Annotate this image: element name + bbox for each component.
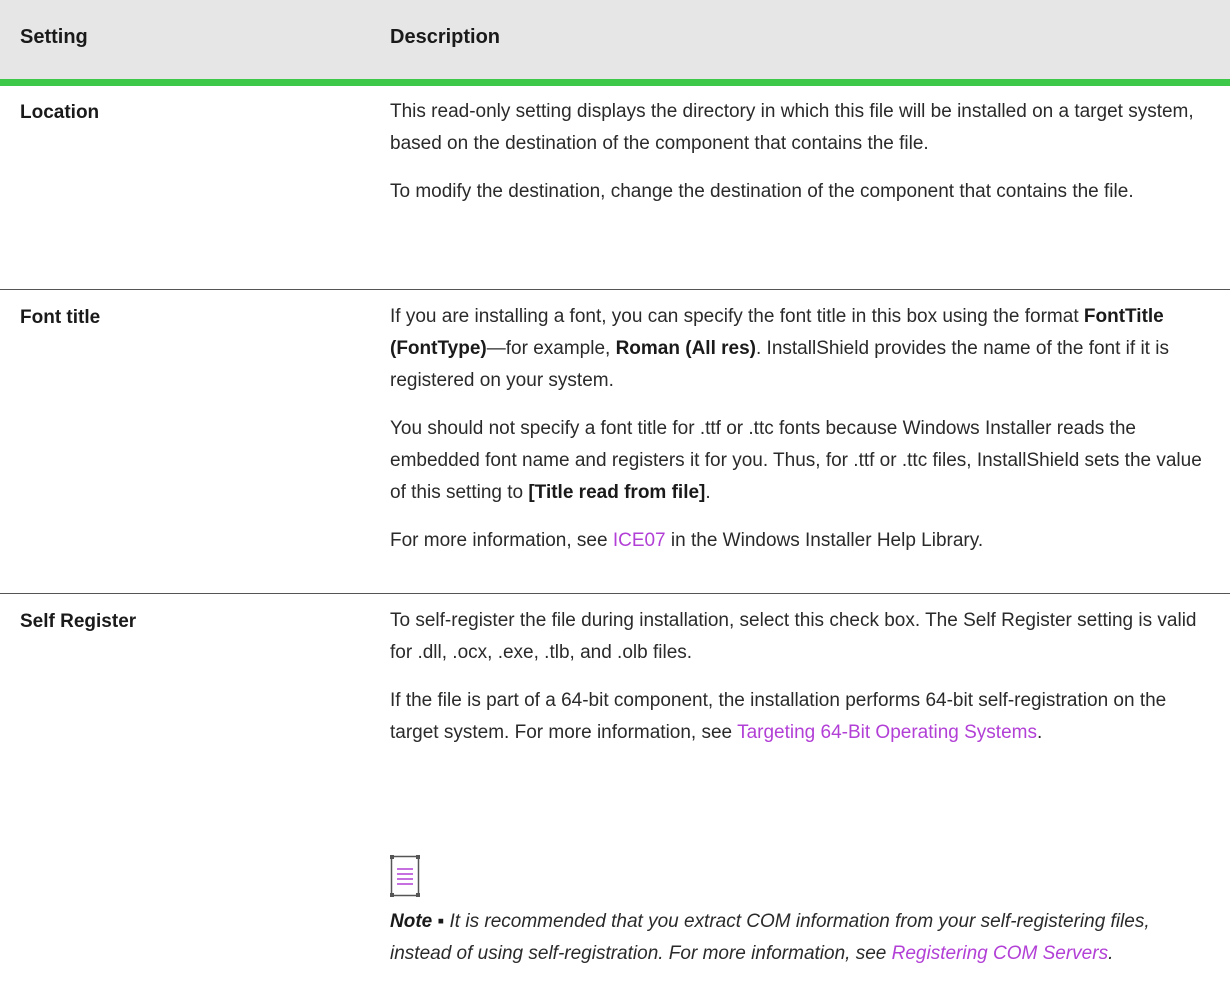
description-location: This read-only setting displays the dire…	[390, 96, 1202, 208]
self-register-paragraph-2: If the file is part of a 64-bit componen…	[390, 690, 1167, 743]
description-font-title: If you are installing a font, you can sp…	[390, 301, 1202, 557]
location-paragraph-2: To modify the destination, change the de…	[390, 181, 1134, 202]
setting-location: Location	[20, 102, 100, 123]
font-title-paragraph-1: If you are installing a font, you can sp…	[390, 306, 1169, 391]
note-label: Note ▪	[390, 911, 445, 932]
row-separator	[0, 289, 1230, 290]
note-text: Note ▪ It is recommended that you extrac…	[390, 911, 1150, 964]
font-title-paragraph-3: For more information, see ICE07 in the W…	[390, 530, 984, 551]
targeting-64-bit-link[interactable]: Targeting 64-Bit Operating Systems	[737, 722, 1037, 743]
setting-font-title: Font title	[20, 307, 101, 328]
self-register-paragraph-1: To self-register the file during install…	[390, 610, 1197, 663]
note-icon	[390, 855, 420, 897]
font-title-paragraph-2: You should not specify a font title for …	[390, 418, 1202, 503]
description-self-register: To self-register the file during install…	[390, 605, 1202, 749]
header-accent-bar	[0, 79, 1230, 86]
ice07-link[interactable]: ICE07	[613, 530, 666, 551]
row-separator	[0, 593, 1230, 594]
registering-com-servers-link[interactable]: Registering COM Servers	[892, 943, 1108, 964]
location-paragraph-1: This read-only setting displays the dire…	[390, 101, 1194, 154]
header-description: Description	[390, 26, 501, 48]
setting-self-register: Self Register	[20, 611, 137, 632]
table-header: Setting Description	[0, 0, 1230, 79]
header-setting: Setting	[20, 26, 88, 48]
